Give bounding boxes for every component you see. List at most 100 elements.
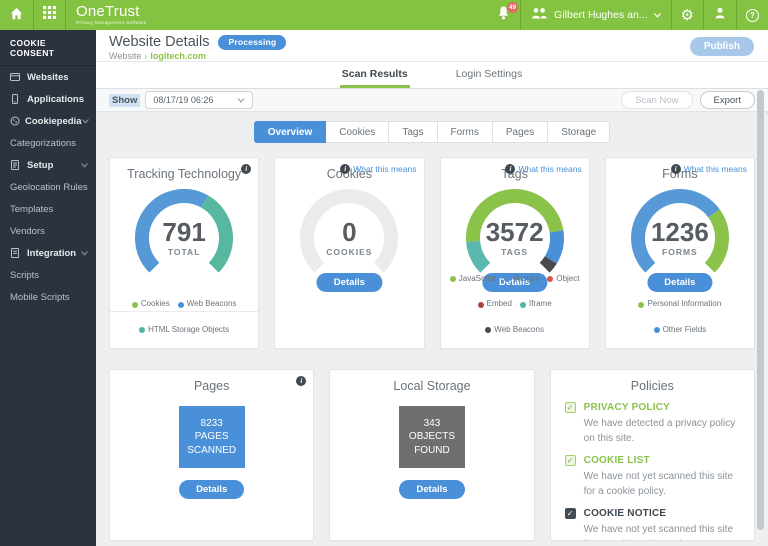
details-button[interactable]: Details bbox=[179, 480, 244, 499]
details-button[interactable]: Details bbox=[399, 480, 464, 499]
sidebar-item-label: Mobile Scripts bbox=[10, 292, 88, 303]
websites-icon bbox=[10, 72, 22, 82]
chevron-down-icon bbox=[237, 98, 245, 103]
what-this-means-link[interactable]: What this means bbox=[518, 164, 581, 174]
tab-scan-results[interactable]: Scan Results bbox=[340, 68, 410, 88]
sidebar-item-geolocation-rules[interactable]: Geolocation Rules bbox=[0, 176, 96, 198]
card-info-area: i bbox=[296, 376, 306, 386]
checkbox-icon[interactable]: ✓ bbox=[565, 508, 576, 519]
card-forms: iWhat this meansForms1236FORMSDetailsPer… bbox=[605, 157, 755, 349]
gauge-segment-html-storage-objects bbox=[205, 202, 226, 268]
sidebar-item-websites[interactable]: Websites bbox=[0, 66, 96, 88]
sidebar-section-title: COOKIE CONSENT bbox=[0, 30, 96, 66]
legend-item-javascript: JavaScript bbox=[450, 273, 496, 286]
sidebar-item-categorizations[interactable]: Categorizations bbox=[0, 132, 96, 154]
checkbox-icon[interactable]: ✓ bbox=[565, 455, 576, 466]
legend-label: Images bbox=[513, 273, 539, 286]
breadcrumb-root[interactable]: Website bbox=[109, 51, 141, 61]
what-this-means-link[interactable]: What this means bbox=[684, 164, 747, 174]
help-icon: ? bbox=[746, 9, 759, 22]
top-bar: OneTrust Privacy Management Software 49 … bbox=[0, 0, 768, 30]
export-button[interactable]: Export bbox=[700, 91, 755, 109]
summary-card-row: iPages8233PAGESSCANNEDDetailsLocal Stora… bbox=[109, 369, 755, 541]
app-switcher-button[interactable] bbox=[34, 0, 65, 30]
legend-item-images: Images bbox=[504, 273, 539, 286]
legend-item-html-storage-objects: HTML Storage Objects bbox=[139, 324, 229, 337]
user-menu[interactable]: Gilbert Hughes an... bbox=[521, 0, 670, 30]
policy-label: PRIVACY POLICY bbox=[584, 402, 670, 413]
checkbox-icon[interactable]: ✓ bbox=[565, 402, 576, 413]
sidebar-item-templates[interactable]: Templates bbox=[0, 198, 96, 220]
gauge-segment-web-beacons bbox=[142, 196, 205, 268]
subtab-overview[interactable]: Overview bbox=[254, 121, 326, 143]
subtab-forms[interactable]: Forms bbox=[437, 121, 493, 143]
details-button[interactable]: Details bbox=[317, 273, 382, 292]
subtab-tags[interactable]: Tags bbox=[388, 121, 437, 143]
notification-count-badge: 49 bbox=[507, 2, 518, 13]
legend: JavaScriptImagesObjectEmbedIframeWeb Bea… bbox=[446, 265, 584, 342]
policy-text: We have not yet scanned this site for a … bbox=[584, 523, 740, 541]
status-badge: Processing bbox=[218, 35, 286, 50]
scan-date-select[interactable]: 08/17/19 06:26 bbox=[145, 91, 253, 109]
info-icon[interactable]: i bbox=[671, 164, 681, 174]
gauge-segment-empty bbox=[307, 196, 391, 268]
legend-item-web-beacons: Web Beacons bbox=[178, 298, 237, 311]
sidebar-item-setup[interactable]: Setup bbox=[0, 154, 96, 176]
brand-logo[interactable]: OneTrust Privacy Management Software bbox=[66, 0, 157, 30]
legend-label: Personal Information bbox=[647, 298, 721, 311]
sidebar-item-applications[interactable]: Applications bbox=[0, 88, 96, 110]
policy-item-privacy-policy: ✓ PRIVACY POLICY We have detected a privac… bbox=[565, 402, 740, 446]
policy-text: We have not yet scanned this site for a … bbox=[584, 470, 740, 499]
details-button[interactable]: Details bbox=[647, 273, 712, 292]
help-button[interactable]: ? bbox=[737, 0, 768, 30]
legend-label: Cookies bbox=[141, 298, 170, 311]
legend-label: Iframe bbox=[529, 298, 552, 311]
subtab-storage[interactable]: Storage bbox=[547, 121, 610, 143]
gauge-segment-iframe bbox=[473, 241, 485, 267]
scrollbar[interactable] bbox=[757, 90, 764, 530]
card-title: Tracking Technology bbox=[110, 167, 258, 181]
block-line: FOUND bbox=[414, 444, 450, 458]
policy-label: COOKIE NOTICE bbox=[584, 508, 667, 519]
scan-results-content: OverviewCookiesTagsFormsPagesStorage iTr… bbox=[96, 113, 768, 546]
sidebar-item-cookiepedia[interactable]: Cookiepedia bbox=[0, 110, 96, 132]
info-icon[interactable]: i bbox=[241, 164, 251, 174]
policy-text: We have detected a privacy policy on thi… bbox=[584, 417, 740, 446]
applications-icon bbox=[10, 94, 22, 104]
breadcrumb-site[interactable]: logitech.com bbox=[150, 51, 206, 61]
publish-button[interactable]: Publish bbox=[690, 37, 754, 56]
notifications-button[interactable]: 49 bbox=[487, 0, 520, 30]
sidebar-item-scripts[interactable]: Scripts bbox=[0, 264, 96, 286]
card-info-area: i bbox=[241, 164, 251, 174]
card-title: Pages bbox=[110, 379, 313, 393]
sidebar-item-label: Websites bbox=[27, 72, 88, 83]
subtab-cookies[interactable]: Cookies bbox=[325, 121, 389, 143]
info-icon[interactable]: i bbox=[505, 164, 515, 174]
sidebar-item-mobile-scripts[interactable]: Mobile Scripts bbox=[0, 286, 96, 308]
legend-dot bbox=[547, 276, 553, 282]
scan-now-button[interactable]: Scan Now bbox=[621, 91, 692, 109]
card-cookies: iWhat this meansCookies0COOKIESDetails bbox=[274, 157, 424, 349]
info-icon[interactable]: i bbox=[340, 164, 350, 174]
what-this-means-link[interactable]: What this means bbox=[353, 164, 416, 174]
info-icon[interactable]: i bbox=[296, 376, 306, 386]
brand-name: OneTrust bbox=[76, 4, 147, 19]
sidebar-item-label: Cookiepedia bbox=[25, 116, 82, 127]
tab-login-settings[interactable]: Login Settings bbox=[454, 68, 525, 88]
card-pages: iPages8233PAGESSCANNEDDetails bbox=[109, 369, 314, 541]
legend-dot bbox=[504, 276, 510, 282]
app-window: OneTrust Privacy Management Software 49 … bbox=[0, 0, 768, 546]
settings-button[interactable]: ⚙ bbox=[672, 0, 703, 30]
account-button[interactable] bbox=[704, 0, 736, 30]
cookiepedia-icon bbox=[10, 116, 20, 126]
sidebar-item-integration[interactable]: Integration bbox=[0, 242, 96, 264]
chevron-down-icon bbox=[81, 251, 88, 256]
sidebar-items: Websites Applications Cookiepedia Categoriz… bbox=[0, 66, 96, 308]
subtab-pages[interactable]: Pages bbox=[492, 121, 548, 143]
home-button[interactable] bbox=[0, 0, 33, 30]
chevron-down-icon bbox=[82, 119, 89, 124]
legend-dot bbox=[132, 302, 138, 308]
sidebar-item-vendors[interactable]: Vendors bbox=[0, 220, 96, 242]
gauge-segment-images bbox=[550, 231, 556, 260]
card-policies: Policies✓PRIVACY POLICYWe have detected … bbox=[550, 369, 755, 541]
